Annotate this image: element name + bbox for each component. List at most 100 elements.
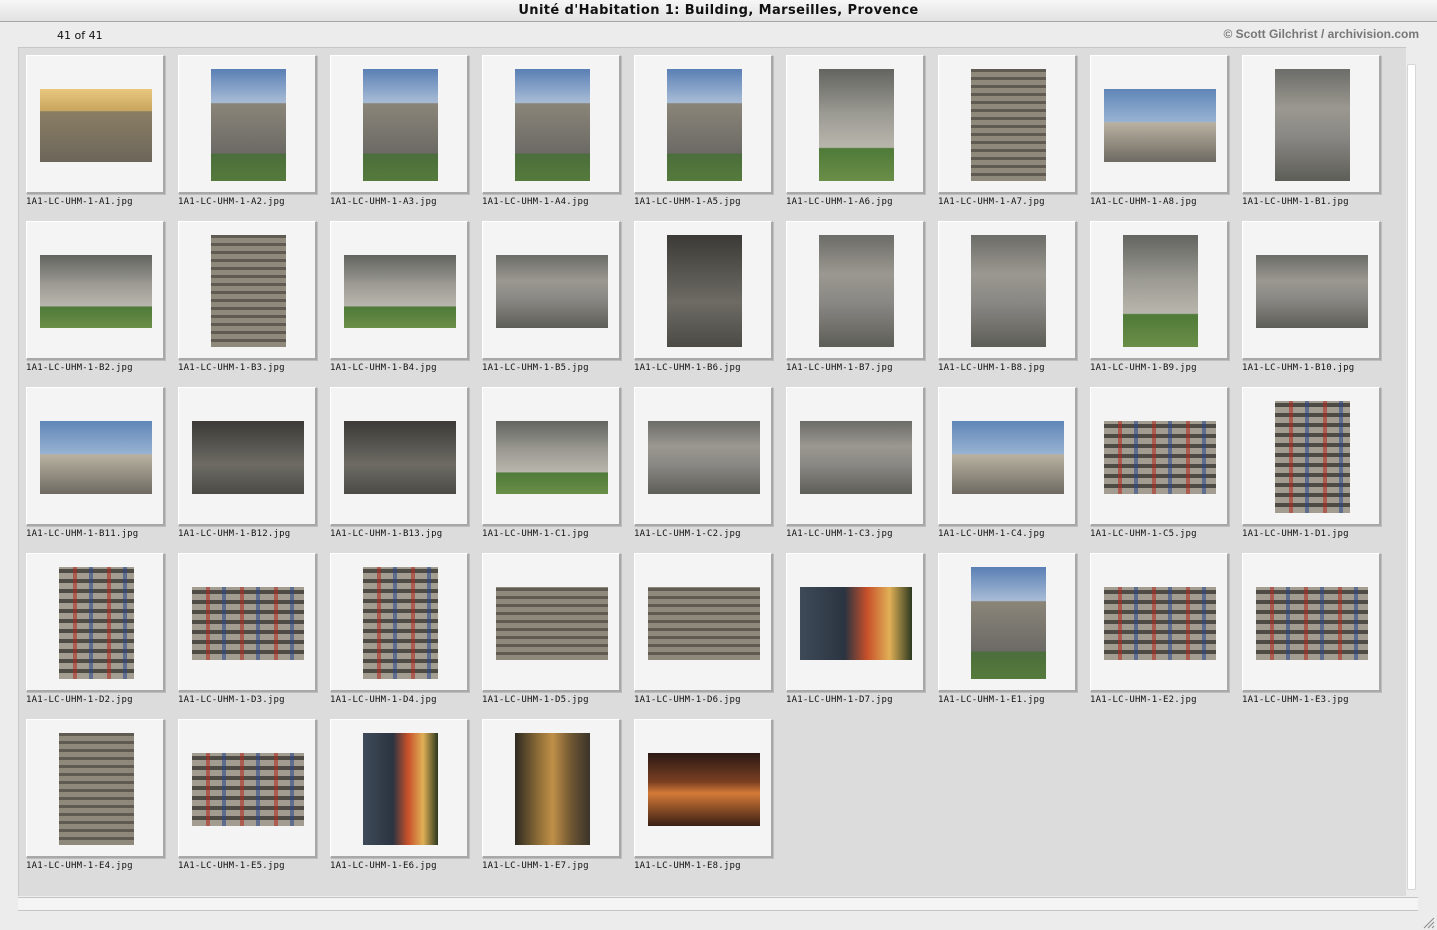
thumbnail-image[interactable] [971,235,1046,347]
thumbnail-cell[interactable]: 1A1-LC-UHM-1-A5.jpg [627,48,779,214]
resize-grip-icon[interactable] [1421,914,1435,929]
vertical-scrollbar[interactable] [1406,47,1418,896]
thumbnail-image[interactable] [496,587,608,660]
slide-mount[interactable] [178,719,317,858]
thumbnail-cell[interactable]: 1A1-LC-UHM-1-B6.jpg [627,214,779,380]
thumbnail-image[interactable] [1104,421,1216,494]
slide-mount[interactable] [26,221,165,360]
thumbnail-cell[interactable]: 1A1-LC-UHM-1-E5.jpg [171,712,323,878]
thumbnail-image[interactable] [192,421,304,494]
thumbnail-image[interactable] [1104,587,1216,660]
thumbnail-cell[interactable]: 1A1-LC-UHM-1-E4.jpg [19,712,171,878]
thumbnail-cell[interactable]: 1A1-LC-UHM-1-C3.jpg [779,380,931,546]
slide-mount[interactable] [330,387,469,526]
slide-mount[interactable] [1090,387,1229,526]
slide-mount[interactable] [1242,221,1381,360]
thumbnail-cell[interactable]: 1A1-LC-UHM-1-B3.jpg [171,214,323,380]
horizontal-scrollbar[interactable] [18,897,1418,911]
thumbnail-image[interactable] [1123,235,1198,347]
slide-mount[interactable] [330,553,469,692]
thumbnail-image[interactable] [667,235,742,347]
thumbnail-image[interactable] [211,235,286,347]
thumbnail-image[interactable] [1256,587,1368,660]
slide-mount[interactable] [938,55,1077,194]
slide-mount[interactable] [330,719,469,858]
thumbnail-cell[interactable]: 1A1-LC-UHM-1-D1.jpg [1235,380,1387,546]
thumbnail-cell[interactable]: 1A1-LC-UHM-1-D6.jpg [627,546,779,712]
slide-mount[interactable] [482,55,621,194]
slide-mount[interactable] [26,55,165,194]
thumbnail-image[interactable] [192,753,304,826]
thumbnail-cell[interactable]: 1A1-LC-UHM-1-E6.jpg [323,712,475,878]
thumbnail-cell[interactable]: 1A1-LC-UHM-1-D5.jpg [475,546,627,712]
slide-mount[interactable] [1242,387,1381,526]
thumbnail-image[interactable] [1256,255,1368,328]
slide-mount[interactable] [178,221,317,360]
slide-mount[interactable] [178,387,317,526]
thumbnail-cell[interactable]: 1A1-LC-UHM-1-D3.jpg [171,546,323,712]
thumbnail-cell[interactable]: 1A1-LC-UHM-1-A3.jpg [323,48,475,214]
slide-mount[interactable] [26,553,165,692]
thumbnail-cell[interactable]: 1A1-LC-UHM-1-E8.jpg [627,712,779,878]
thumbnail-image[interactable] [1275,401,1350,513]
thumbnail-image[interactable] [1104,89,1216,162]
thumbnail-image[interactable] [648,421,760,494]
thumbnail-image[interactable] [363,69,438,181]
thumbnail-cell[interactable]: 1A1-LC-UHM-1-D2.jpg [19,546,171,712]
thumbnail-cell[interactable]: 1A1-LC-UHM-1-B10.jpg [1235,214,1387,380]
slide-mount[interactable] [1090,553,1229,692]
thumbnail-image[interactable] [1275,69,1350,181]
thumbnail-image[interactable] [648,587,760,660]
slide-mount[interactable] [330,221,469,360]
thumbnail-cell[interactable]: 1A1-LC-UHM-1-A8.jpg [1083,48,1235,214]
thumbnail-image[interactable] [971,69,1046,181]
thumbnail-cell[interactable]: 1A1-LC-UHM-1-B9.jpg [1083,214,1235,380]
slide-mount[interactable] [1242,55,1381,194]
slide-mount[interactable] [26,719,165,858]
slide-mount[interactable] [482,553,621,692]
thumbnail-cell[interactable]: 1A1-LC-UHM-1-B5.jpg [475,214,627,380]
thumbnail-image[interactable] [971,567,1046,679]
slide-mount[interactable] [1242,553,1381,692]
thumbnail-image[interactable] [819,69,894,181]
thumbnail-cell[interactable]: 1A1-LC-UHM-1-B12.jpg [171,380,323,546]
slide-mount[interactable] [938,387,1077,526]
slide-mount[interactable] [786,221,925,360]
thumbnail-cell[interactable]: 1A1-LC-UHM-1-C1.jpg [475,380,627,546]
thumbnail-cell[interactable]: 1A1-LC-UHM-1-B11.jpg [19,380,171,546]
thumbnail-image[interactable] [363,733,438,845]
thumbnail-cell[interactable]: 1A1-LC-UHM-1-A1.jpg [19,48,171,214]
thumbnail-image[interactable] [59,733,134,845]
thumbnail-image[interactable] [40,89,152,162]
thumbnail-image[interactable] [363,567,438,679]
slide-mount[interactable] [634,553,773,692]
thumbnail-cell[interactable]: 1A1-LC-UHM-1-E3.jpg [1235,546,1387,712]
thumbnail-cell[interactable]: 1A1-LC-UHM-1-D4.jpg [323,546,475,712]
thumbnail-image[interactable] [344,421,456,494]
thumbnail-cell[interactable]: 1A1-LC-UHM-1-B1.jpg [1235,48,1387,214]
thumbnail-cell[interactable]: 1A1-LC-UHM-1-C2.jpg [627,380,779,546]
scrollbar-thumb[interactable] [1407,64,1416,890]
thumbnail-cell[interactable]: 1A1-LC-UHM-1-E7.jpg [475,712,627,878]
thumbnail-image[interactable] [800,421,912,494]
thumbnail-cell[interactable]: 1A1-LC-UHM-1-E1.jpg [931,546,1083,712]
thumbnail-cell[interactable]: 1A1-LC-UHM-1-A6.jpg [779,48,931,214]
thumbnail-cell[interactable]: 1A1-LC-UHM-1-B2.jpg [19,214,171,380]
slide-mount[interactable] [634,221,773,360]
thumbnail-image[interactable] [40,421,152,494]
slide-mount[interactable] [634,719,773,858]
thumbnail-image[interactable] [648,753,760,826]
slide-mount[interactable] [178,55,317,194]
slide-mount[interactable] [482,387,621,526]
slide-mount[interactable] [330,55,469,194]
thumbnail-cell[interactable]: 1A1-LC-UHM-1-A2.jpg [171,48,323,214]
slide-mount[interactable] [482,719,621,858]
thumbnail-image[interactable] [59,567,134,679]
thumbnail-cell[interactable]: 1A1-LC-UHM-1-B8.jpg [931,214,1083,380]
thumbnail-cell[interactable]: 1A1-LC-UHM-1-A7.jpg [931,48,1083,214]
thumbnail-image[interactable] [192,587,304,660]
slide-mount[interactable] [786,553,925,692]
thumbnail-image[interactable] [667,69,742,181]
thumbnail-image[interactable] [40,255,152,328]
thumbnail-image[interactable] [496,421,608,494]
